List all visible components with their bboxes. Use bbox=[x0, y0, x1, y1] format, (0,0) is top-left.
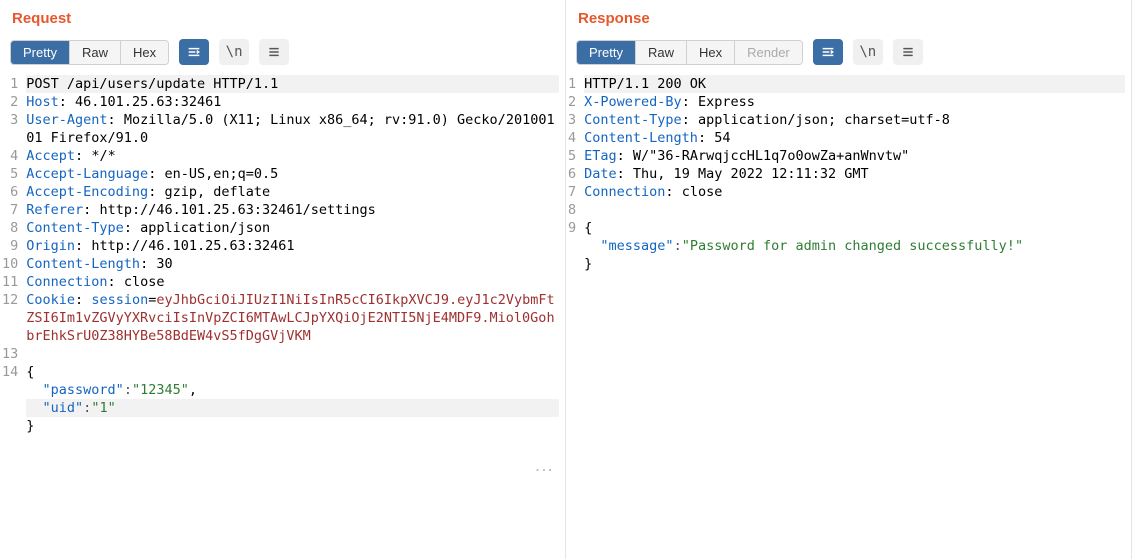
code-line[interactable]: Origin: http://46.101.25.63:32461 bbox=[26, 237, 559, 255]
request-code[interactable]: POST /api/users/update HTTP/1.1Host: 46.… bbox=[24, 73, 565, 559]
code-line[interactable]: "password":"12345", bbox=[26, 381, 559, 399]
code-line[interactable]: ETag: W/"36-RArwqjccHL1q7o0owZa+anWnvtw" bbox=[584, 147, 1125, 165]
code-line[interactable]: Host: 46.101.25.63:32461 bbox=[26, 93, 559, 111]
code-line[interactable]: "message":"Password for admin changed su… bbox=[584, 237, 1125, 255]
code-line[interactable]: Content-Type: application/json bbox=[26, 219, 559, 237]
code-line[interactable] bbox=[584, 201, 1125, 219]
request-header: Request bbox=[0, 0, 565, 35]
response-gutter: 123456789 bbox=[566, 73, 582, 559]
tab-raw[interactable]: Raw bbox=[70, 41, 121, 64]
code-line[interactable]: Referer: http://46.101.25.63:32461/setti… bbox=[26, 201, 559, 219]
request-toolbar: PrettyRawHex \n bbox=[0, 35, 565, 73]
request-panel: Request PrettyRawHex \n 1234567891011121… bbox=[0, 0, 566, 559]
newline-toggle-button[interactable]: \n bbox=[219, 39, 249, 65]
menu-button[interactable] bbox=[259, 39, 289, 65]
request-code-area[interactable]: 1234567891011121314 POST /api/users/upda… bbox=[0, 73, 565, 559]
code-line[interactable]: POST /api/users/update HTTP/1.1 bbox=[26, 75, 559, 93]
code-line[interactable]: { bbox=[26, 363, 559, 381]
more-actions-button[interactable]: ⋮ bbox=[533, 461, 555, 479]
request-gutter: 1234567891011121314 bbox=[0, 73, 24, 559]
code-line[interactable]: HTTP/1.1 200 OK bbox=[584, 75, 1125, 93]
code-line[interactable]: User-Agent: Mozilla/5.0 (X11; Linux x86_… bbox=[26, 111, 559, 147]
code-line[interactable]: Accept-Language: en-US,en;q=0.5 bbox=[26, 165, 559, 183]
response-code-area[interactable]: 123456789 HTTP/1.1 200 OKX-Powered-By: E… bbox=[566, 73, 1131, 559]
request-view-tabs: PrettyRawHex bbox=[10, 40, 169, 65]
response-header: Response bbox=[566, 0, 1131, 35]
pretty-toggle-button[interactable] bbox=[813, 39, 843, 65]
response-code[interactable]: HTTP/1.1 200 OKX-Powered-By: ExpressCont… bbox=[582, 73, 1131, 559]
format-icon bbox=[820, 44, 836, 60]
hamburger-icon bbox=[900, 44, 916, 60]
tab-hex[interactable]: Hex bbox=[687, 41, 735, 64]
response-panel: Response PrettyRawHexRender \n 123456789… bbox=[566, 0, 1132, 559]
tab-pretty[interactable]: Pretty bbox=[11, 41, 70, 64]
code-line[interactable]: Content-Length: 54 bbox=[584, 129, 1125, 147]
response-view-tabs: PrettyRawHexRender bbox=[576, 40, 803, 65]
code-line[interactable]: Content-Length: 30 bbox=[26, 255, 559, 273]
tab-hex[interactable]: Hex bbox=[121, 41, 168, 64]
code-line[interactable]: } bbox=[584, 255, 1125, 273]
code-line[interactable]: "uid":"1" bbox=[26, 399, 559, 417]
code-line[interactable]: Date: Thu, 19 May 2022 12:11:32 GMT bbox=[584, 165, 1125, 183]
hamburger-icon bbox=[266, 44, 282, 60]
response-toolbar: PrettyRawHexRender \n bbox=[566, 35, 1131, 73]
code-line[interactable]: X-Powered-By: Express bbox=[584, 93, 1125, 111]
code-line[interactable]: Connection: close bbox=[26, 273, 559, 291]
format-icon bbox=[186, 44, 202, 60]
code-line[interactable]: { bbox=[584, 219, 1125, 237]
pretty-toggle-button[interactable] bbox=[179, 39, 209, 65]
code-line[interactable]: Accept-Encoding: gzip, deflate bbox=[26, 183, 559, 201]
newline-toggle-button[interactable]: \n bbox=[853, 39, 883, 65]
menu-button[interactable] bbox=[893, 39, 923, 65]
code-line[interactable]: Cookie: session=eyJhbGciOiJIUzI1NiIsInR5… bbox=[26, 291, 559, 345]
code-line[interactable]: } bbox=[26, 417, 559, 435]
code-line[interactable]: Connection: close bbox=[584, 183, 1125, 201]
tab-render[interactable]: Render bbox=[735, 41, 802, 64]
tab-raw[interactable]: Raw bbox=[636, 41, 687, 64]
code-line[interactable] bbox=[26, 345, 559, 363]
code-line[interactable]: Content-Type: application/json; charset=… bbox=[584, 111, 1125, 129]
code-line[interactable]: Accept: */* bbox=[26, 147, 559, 165]
tab-pretty[interactable]: Pretty bbox=[577, 41, 636, 64]
